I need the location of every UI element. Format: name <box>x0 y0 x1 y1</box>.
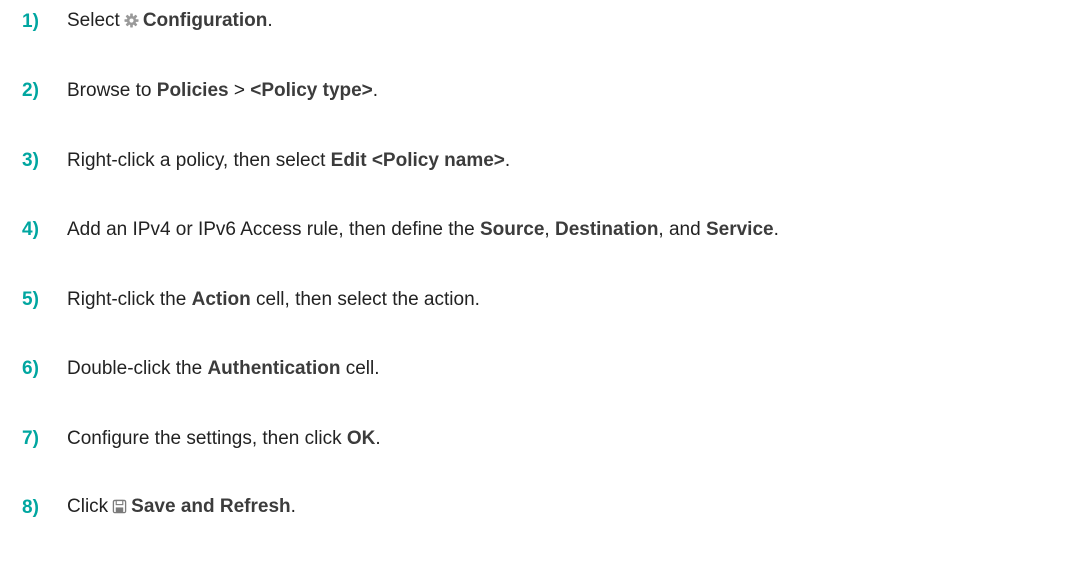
bold-term: Edit <Policy name> <box>330 150 505 171</box>
step-number: 7) <box>22 428 39 449</box>
step-text: Right-click the Action cell, then select… <box>67 289 480 310</box>
step-text: Right-click a policy, then select Edit <… <box>67 150 511 171</box>
bold-term: Save and Refresh <box>131 496 291 517</box>
step-text: Browse to Policies > <Policy type>. <box>67 80 379 101</box>
bold-term: Destination <box>554 219 659 240</box>
step-number: 3) <box>22 150 39 171</box>
bold-term: Configuration <box>142 10 268 31</box>
step-number: 1) <box>22 11 39 32</box>
step-text: Add an IPv4 or IPv6 Access rule, then de… <box>67 219 779 240</box>
gear-icon <box>124 12 139 34</box>
step-number: 2) <box>22 80 39 101</box>
bold-term: Policies <box>156 80 229 101</box>
step-number: 8) <box>22 497 39 518</box>
bold-term: Action <box>191 289 251 310</box>
step-number: 4) <box>22 219 39 240</box>
step-number: 5) <box>22 289 39 310</box>
step-text: Configure the settings, then click OK. <box>67 428 381 449</box>
bold-term: <Policy type> <box>250 80 373 101</box>
step-text: Select Configuration. <box>67 10 273 34</box>
step-text: Double-click the Authentication cell. <box>67 358 380 379</box>
bold-term: OK <box>346 428 376 449</box>
save-icon <box>112 498 127 520</box>
step-number: 6) <box>22 358 39 379</box>
step-text: Click Save and Refresh. <box>67 496 296 520</box>
bold-term: Source <box>479 219 545 240</box>
bold-term: Service <box>705 219 774 240</box>
bold-term: Authentication <box>207 358 341 379</box>
procedure-steps: 1) Select Configuration. 2) Browse to Pol… <box>0 0 1066 565</box>
